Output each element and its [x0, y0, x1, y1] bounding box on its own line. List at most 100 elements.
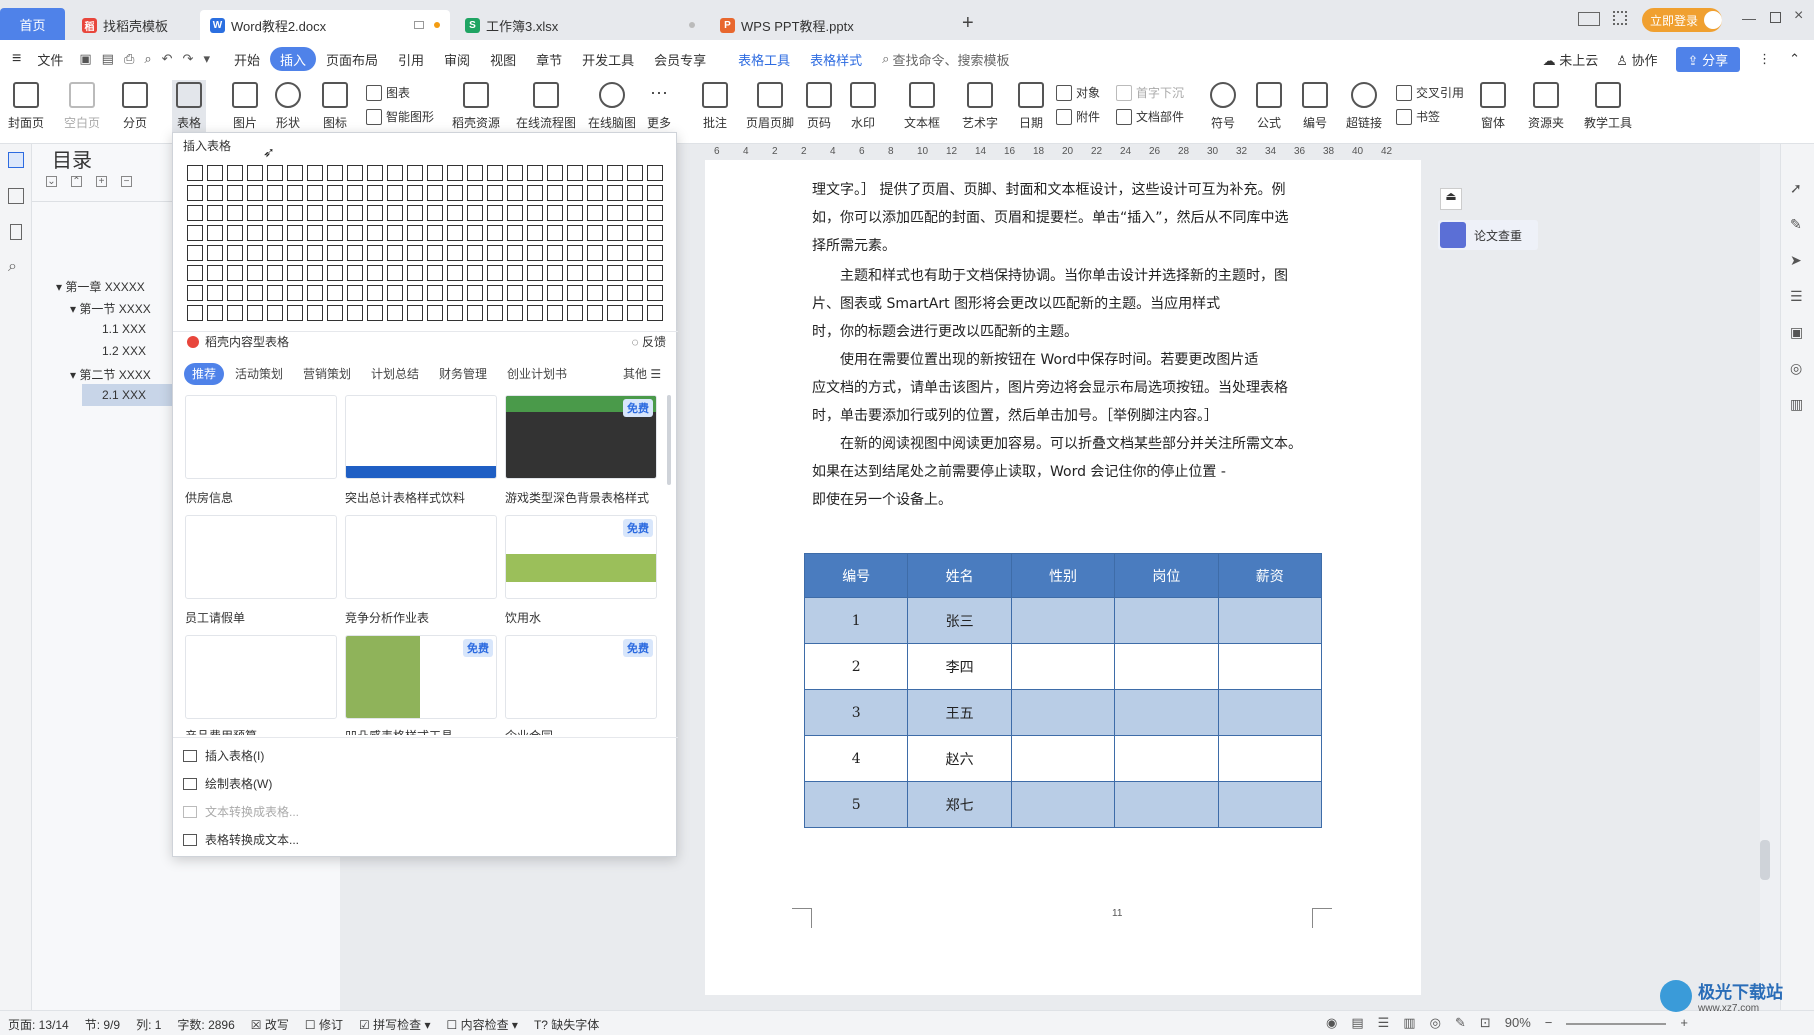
table-grid-cell[interactable]: [547, 285, 563, 301]
table-grid-cell[interactable]: [587, 185, 603, 201]
table-cell[interactable]: [1114, 643, 1219, 690]
docer-resource-button[interactable]: 稻壳资源: [452, 82, 500, 131]
table-grid-cell[interactable]: [367, 285, 383, 301]
table-grid-cell[interactable]: [187, 165, 203, 181]
table-grid-cell[interactable]: [407, 165, 423, 181]
fit-icon[interactable]: ⊡: [1480, 1015, 1491, 1031]
table-grid-cell[interactable]: [207, 285, 223, 301]
table-cell[interactable]: [1217, 781, 1323, 828]
table-grid-cell[interactable]: [647, 165, 663, 181]
table-grid-cell[interactable]: [587, 225, 603, 241]
scrollbar-thumb[interactable]: [1760, 840, 1770, 880]
table-grid-cell[interactable]: [527, 265, 543, 281]
table-grid-cell[interactable]: [487, 185, 503, 201]
object-button[interactable]: 对象: [1056, 84, 1100, 101]
table-grid-cell[interactable]: [427, 165, 443, 181]
table-grid-cell[interactable]: [607, 265, 623, 281]
paper-check-button[interactable]: 论文查重: [1438, 220, 1538, 250]
collapse-panel-icon[interactable]: ⏏: [1440, 188, 1462, 210]
table-grid-cell[interactable]: [347, 185, 363, 201]
table-cell[interactable]: [1114, 735, 1219, 782]
zoom-slider[interactable]: [1566, 1023, 1667, 1025]
table-grid-cell[interactable]: [187, 225, 203, 241]
outline-view-icon[interactable]: ☰: [1378, 1015, 1390, 1031]
table-grid-cell[interactable]: [607, 165, 623, 181]
table-header-cell[interactable]: 性别: [1010, 553, 1116, 598]
category-startup[interactable]: 创业计划书: [507, 365, 567, 382]
table-cell[interactable]: [1217, 597, 1323, 644]
track-toggle[interactable]: ☐ 修订: [305, 1016, 343, 1033]
wordart-button[interactable]: 艺术字: [962, 82, 998, 131]
pen-icon[interactable]: ✎: [1790, 216, 1802, 233]
textbox-button[interactable]: 文本框: [904, 82, 940, 131]
table-grid-cell[interactable]: [587, 165, 603, 181]
save-icon[interactable]: ▣: [79, 51, 91, 67]
date-button[interactable]: 日期: [1018, 82, 1044, 131]
picture-button[interactable]: 图片: [232, 82, 258, 131]
table-grid-cell[interactable]: [267, 205, 283, 221]
resource-folder-button[interactable]: 资源夹: [1528, 82, 1564, 131]
feedback-button[interactable]: ◌ 反馈: [632, 333, 667, 350]
table-grid-cell[interactable]: [567, 265, 583, 281]
table-grid-cell[interactable]: [507, 285, 523, 301]
table-grid-cell[interactable]: [567, 205, 583, 221]
tab-word[interactable]: W Word教程2.docx: [200, 10, 450, 40]
table-grid-cell[interactable]: [247, 265, 263, 281]
table-grid-cell[interactable]: [447, 205, 463, 221]
table-grid-cell[interactable]: [367, 185, 383, 201]
table-button[interactable]: 表格: [172, 80, 206, 138]
category-summary[interactable]: 计划总结: [371, 365, 419, 382]
table-grid-cell[interactable]: [607, 205, 623, 221]
mindmap-button[interactable]: 在线脑图: [588, 82, 636, 131]
outline-icon[interactable]: [8, 152, 24, 168]
layout-icon[interactable]: [1578, 12, 1600, 26]
table-grid-cell[interactable]: [207, 165, 223, 181]
cursor-icon[interactable]: ➤: [1790, 252, 1802, 269]
share-button[interactable]: ⇪ 分享: [1675, 46, 1741, 72]
page-number-button[interactable]: 页码: [806, 82, 832, 131]
table-cell[interactable]: 4: [803, 735, 909, 782]
menu-view[interactable]: 视图: [480, 47, 526, 71]
content-check-toggle[interactable]: ☐ 内容检查 ▾: [446, 1016, 517, 1033]
table-grid-cell[interactable]: [207, 225, 223, 241]
tab-ppt[interactable]: P WPS PPT教程.pptx: [710, 10, 950, 40]
table-grid-cell[interactable]: [567, 305, 583, 321]
category-finance[interactable]: 财务管理: [439, 365, 487, 382]
icon-button[interactable]: 图标: [322, 82, 348, 131]
table-grid-cell[interactable]: [327, 305, 343, 321]
table-grid-cell[interactable]: [387, 245, 403, 261]
table-grid-cell[interactable]: [507, 245, 523, 261]
table-grid-cell[interactable]: [607, 245, 623, 261]
spellcheck-toggle[interactable]: ☑ 拼写检查 ▾: [359, 1016, 430, 1033]
table-grid-cell[interactable]: [387, 285, 403, 301]
table-grid-cell[interactable]: [427, 185, 443, 201]
category-activity[interactable]: 活动策划: [235, 365, 283, 382]
tab-home[interactable]: 首页: [0, 8, 65, 40]
table-grid-cell[interactable]: [407, 265, 423, 281]
table-grid-cell[interactable]: [507, 225, 523, 241]
search-box[interactable]: ⌕ 查找命令、搜索模板: [872, 47, 1019, 71]
table-grid-cell[interactable]: [627, 305, 643, 321]
table-grid-cell[interactable]: [287, 285, 303, 301]
table-grid-cell[interactable]: [647, 205, 663, 221]
undo-icon[interactable]: ↶: [162, 51, 173, 67]
table-grid-cell[interactable]: [647, 185, 663, 201]
table-grid-cell[interactable]: [187, 265, 203, 281]
remove-icon[interactable]: −: [121, 176, 132, 187]
table-grid-cell[interactable]: [487, 285, 503, 301]
collab-button[interactable]: ♙ 协作: [1616, 50, 1657, 69]
table-grid-cell[interactable]: [487, 305, 503, 321]
table-grid-cell[interactable]: [207, 185, 223, 201]
table-grid-cell[interactable]: [247, 305, 263, 321]
table-grid-cell[interactable]: [507, 185, 523, 201]
location-icon[interactable]: ◎: [1790, 360, 1802, 377]
table-cell[interactable]: [1114, 597, 1219, 644]
text-to-table-item[interactable]: 文本转换成表格...: [183, 803, 299, 820]
find-icon[interactable]: ⌕: [8, 258, 17, 276]
table-grid-cell[interactable]: [627, 265, 643, 281]
category-other[interactable]: 其他 ☰: [623, 365, 661, 382]
table-grid-cell[interactable]: [267, 225, 283, 241]
header-footer-button[interactable]: 页眉页脚: [746, 82, 794, 131]
table-grid-cell[interactable]: [207, 205, 223, 221]
table-grid-cell[interactable]: [227, 245, 243, 261]
